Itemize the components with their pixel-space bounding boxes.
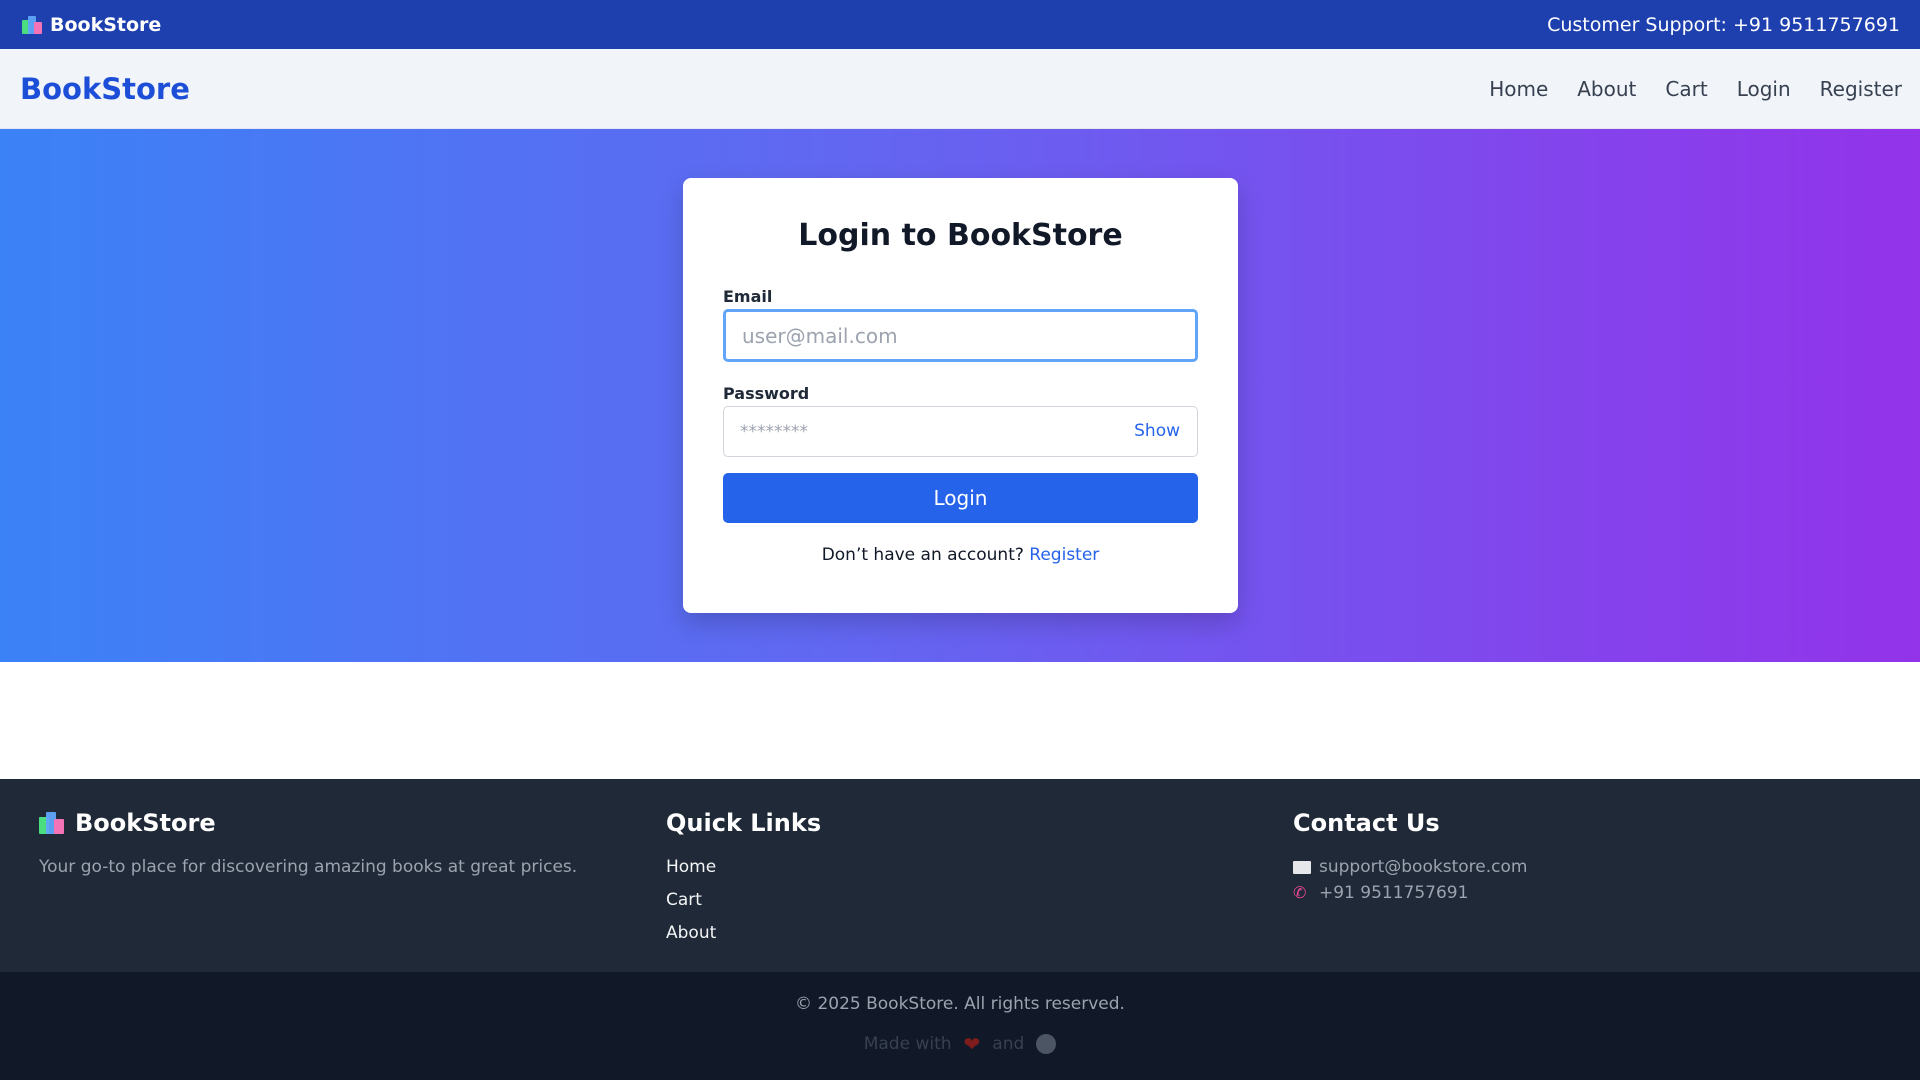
nav-home-link[interactable]: Home	[1489, 77, 1548, 101]
site-logo[interactable]: BookStore	[20, 72, 190, 106]
contact-title: Contact Us	[1293, 809, 1440, 837]
footer-contact-column: Contact Us support@bookstore.com ✆ +91 9…	[1293, 809, 1920, 972]
top-bar: BookStore Customer Support: +91 95117576…	[0, 0, 1920, 49]
footer-home-link[interactable]: Home	[666, 857, 1293, 877]
contact-phone: ✆ +91 9511757691	[1293, 883, 1920, 903]
register-prompt: Don’t have an account? Register	[723, 545, 1198, 565]
footer-bottom-bar: © 2025 BookStore. All rights reserved. M…	[0, 972, 1920, 1080]
nav-about-link[interactable]: About	[1577, 77, 1636, 101]
content-spacer	[0, 662, 1920, 779]
nav-register-link[interactable]: Register	[1820, 77, 1902, 101]
coffee-icon	[1036, 1034, 1057, 1054]
phone-icon: ✆	[1293, 883, 1307, 902]
password-label: Password	[723, 384, 810, 403]
contact-email: support@bookstore.com	[1293, 857, 1920, 877]
customer-support-text: Customer Support: +91 9511757691	[1547, 13, 1900, 36]
email-input[interactable]	[723, 309, 1198, 362]
copyright-text: © 2025 BookStore. All rights reserved.	[795, 994, 1125, 1014]
password-input[interactable]	[723, 406, 1198, 457]
email-group: Email	[723, 287, 1198, 362]
login-card: Login to BookStore Email Password Show L…	[683, 178, 1238, 613]
show-password-button[interactable]: Show	[1134, 421, 1180, 441]
heart-icon: ❤	[963, 1032, 981, 1056]
register-link[interactable]: Register	[1029, 545, 1099, 565]
login-title: Login to BookStore	[798, 218, 1123, 253]
top-bar-brand[interactable]: BookStore	[22, 14, 161, 36]
main-navbar: BookStore Home About Cart Login Register	[0, 49, 1920, 129]
footer-cart-link[interactable]: Cart	[666, 890, 1293, 910]
footer-tagline: Your go-to place for discovering amazing…	[39, 857, 578, 877]
books-icon	[22, 15, 42, 34]
footer-brand: BookStore	[39, 809, 666, 837]
password-group: Password Show	[723, 384, 1198, 457]
site-footer: BookStore Your go-to place for discoveri…	[0, 779, 1920, 972]
nav-links: Home About Cart Login Register	[1489, 77, 1902, 101]
register-prompt-text: Don’t have an account?	[821, 545, 1024, 565]
quick-links-title: Quick Links	[666, 809, 822, 837]
contact-phone-text[interactable]: +91 9511757691	[1319, 883, 1468, 903]
email-label: Email	[723, 287, 773, 306]
made-with-line: Made with ❤ and	[0, 1032, 1920, 1056]
mail-icon	[1293, 860, 1311, 874]
footer-quick-links-column: Quick Links Home Cart About	[666, 809, 1293, 972]
contact-email-text[interactable]: support@bookstore.com	[1319, 857, 1527, 877]
login-button[interactable]: Login	[723, 473, 1198, 523]
login-hero: Login to BookStore Email Password Show L…	[0, 129, 1920, 662]
top-bar-brand-label: BookStore	[50, 13, 162, 36]
nav-cart-link[interactable]: Cart	[1665, 77, 1707, 101]
footer-about-column: BookStore Your go-to place for discoveri…	[39, 809, 666, 972]
and-text: and	[992, 1034, 1025, 1054]
nav-login-link[interactable]: Login	[1737, 77, 1791, 101]
footer-about-link[interactable]: About	[666, 923, 1293, 943]
password-wrapper: Show	[723, 406, 1198, 457]
books-icon	[39, 812, 65, 834]
made-with-text: Made with	[863, 1034, 952, 1054]
footer-brand-label: BookStore	[75, 809, 216, 837]
